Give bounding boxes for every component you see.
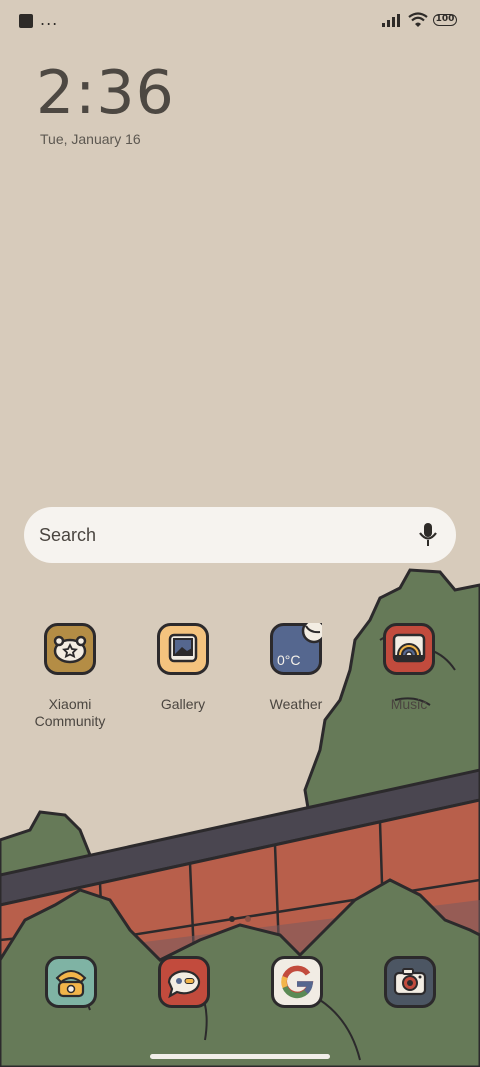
battery-icon: 100 [433,14,457,26]
music-icon [383,623,435,675]
weather-temp: 0°C [277,652,301,668]
xiaomi-community-icon [44,623,96,675]
clock-time[interactable]: 2:36 [36,58,175,128]
app-label: Xiaomi Community [34,696,106,729]
phone-icon[interactable] [45,956,97,1008]
clock-date[interactable]: Tue, January 16 [40,131,141,147]
wifi-icon [408,12,428,27]
app-label: Gallery [160,696,206,712]
home-indicator[interactable] [150,1054,330,1059]
microphone-icon[interactable] [418,522,438,548]
app-xiaomi-community[interactable]: Xiaomi Community [20,623,120,730]
more-notifications-icon: ... [40,10,59,29]
app-music[interactable]: Music [359,623,459,713]
google-icon[interactable] [271,956,323,1008]
search-label: Search [39,525,97,545]
messages-icon[interactable] [158,956,210,1008]
weather-icon: 0°C [270,618,327,675]
app-label: Weather [269,696,323,712]
app-gallery[interactable]: Gallery [133,623,233,713]
page-indicator [229,909,257,927]
page-dot-active [229,916,235,922]
gallery-icon [157,623,209,675]
status-bar: ... 100 [0,0,480,40]
app-label: Music [390,696,428,712]
app-weather[interactable]: 0°C Weather [246,618,346,713]
page-dot [245,916,252,922]
notification-icon [19,14,33,28]
signal-icon [382,14,400,27]
search-bar[interactable]: Search [24,507,456,563]
camera-icon[interactable] [384,956,436,1008]
